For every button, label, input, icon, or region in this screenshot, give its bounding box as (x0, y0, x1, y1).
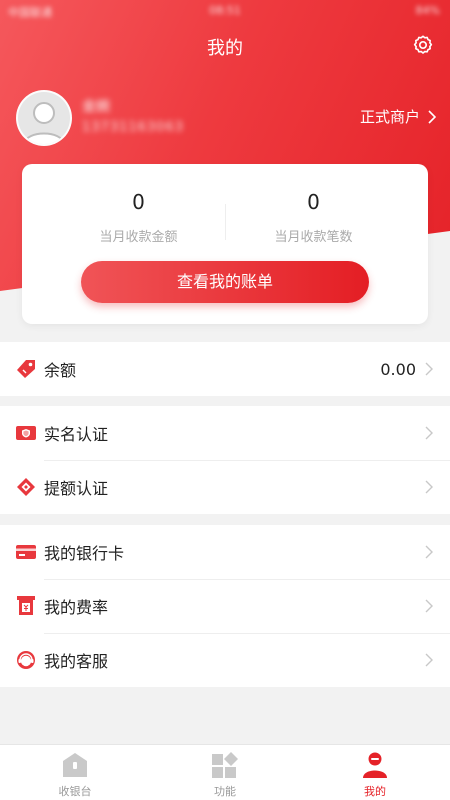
bank-card-icon (16, 542, 36, 562)
battery-level: 84% (415, 4, 440, 17)
chevron-right-icon (425, 599, 433, 613)
my-rate-row[interactable]: 我的费率 (0, 579, 450, 633)
limit-increase-verification-label: 提额认证 (44, 479, 109, 498)
balance-label: 余额 (44, 361, 77, 380)
tab-cashier-label: 收银台 (58, 785, 92, 798)
real-name-verification-label: 实名认证 (44, 425, 109, 444)
chevron-right-icon (425, 480, 433, 494)
monthly-count-label: 当月收款笔数 (274, 230, 353, 245)
customer-service-headset-icon (16, 650, 36, 670)
my-customer-service-row[interactable]: 我的客服 (0, 633, 450, 687)
my-bank-card-label: 我的银行卡 (44, 544, 125, 563)
rate-document-icon (16, 596, 36, 616)
status-bar: 中国联通 08:51 84% (0, 0, 450, 22)
id-card-icon (16, 423, 36, 443)
limit-increase-verification-row[interactable]: 提额认证 (0, 460, 450, 514)
chevron-right-icon (425, 653, 433, 667)
verification-group: 实名认证 提额认证 (0, 406, 450, 514)
my-rate-label: 我的费率 (44, 598, 109, 617)
user-phone: 13731163063 (82, 120, 184, 135)
real-name-verification-row[interactable]: 实名认证 (0, 406, 450, 460)
tab-mine[interactable]: 我的 (300, 745, 450, 800)
monthly-amount-value: 0 (132, 190, 145, 214)
monthly-amount-label: 当月收款金额 (99, 230, 178, 245)
balance-group: 余额 0.00 (0, 342, 450, 396)
chevron-right-icon (428, 109, 436, 124)
chevron-right-icon (425, 362, 433, 376)
tab-functions[interactable]: 功能 (150, 745, 300, 800)
tab-functions-label: 功能 (214, 785, 236, 798)
avatar[interactable] (16, 90, 72, 146)
tab-cashier[interactable]: 收银台 (0, 745, 150, 800)
diamond-shield-icon (16, 477, 36, 497)
tab-mine-label: 我的 (364, 785, 386, 798)
home-icon (63, 753, 87, 777)
monthly-count-value: 0 (307, 190, 320, 214)
my-customer-service-label: 我的客服 (44, 652, 109, 671)
view-bill-button[interactable]: 查看我的账单 (81, 261, 369, 303)
user-profile-icon (363, 752, 387, 778)
chevron-right-icon (425, 545, 433, 559)
monthly-stats-card: 0 当月收款金额 0 当月收款笔数 查看我的账单 (22, 164, 428, 324)
merchant-status-link[interactable]: 正式商户 (360, 106, 436, 127)
page-title: 我的 (207, 38, 243, 59)
grid-apps-icon (212, 752, 238, 778)
balance-value: 0.00 (380, 359, 416, 379)
bottom-tab-bar: 收银台 功能 我的 (0, 744, 450, 800)
user-name: 金婉 (82, 99, 110, 115)
my-bank-card-row[interactable]: 我的银行卡 (0, 525, 450, 579)
chevron-right-icon (425, 426, 433, 440)
monthly-amount-stat: 0 当月收款金额 (37, 190, 240, 245)
my-services-group: 我的银行卡 我的费率 我的客服 (0, 525, 450, 687)
settings-gear-icon[interactable] (412, 34, 434, 56)
status-time: 08:51 (209, 4, 241, 17)
price-tag-icon (16, 359, 36, 379)
balance-row[interactable]: 余额 0.00 (0, 342, 450, 396)
monthly-count-stat: 0 当月收款笔数 (212, 190, 415, 245)
merchant-status-label: 正式商户 (359, 108, 420, 126)
